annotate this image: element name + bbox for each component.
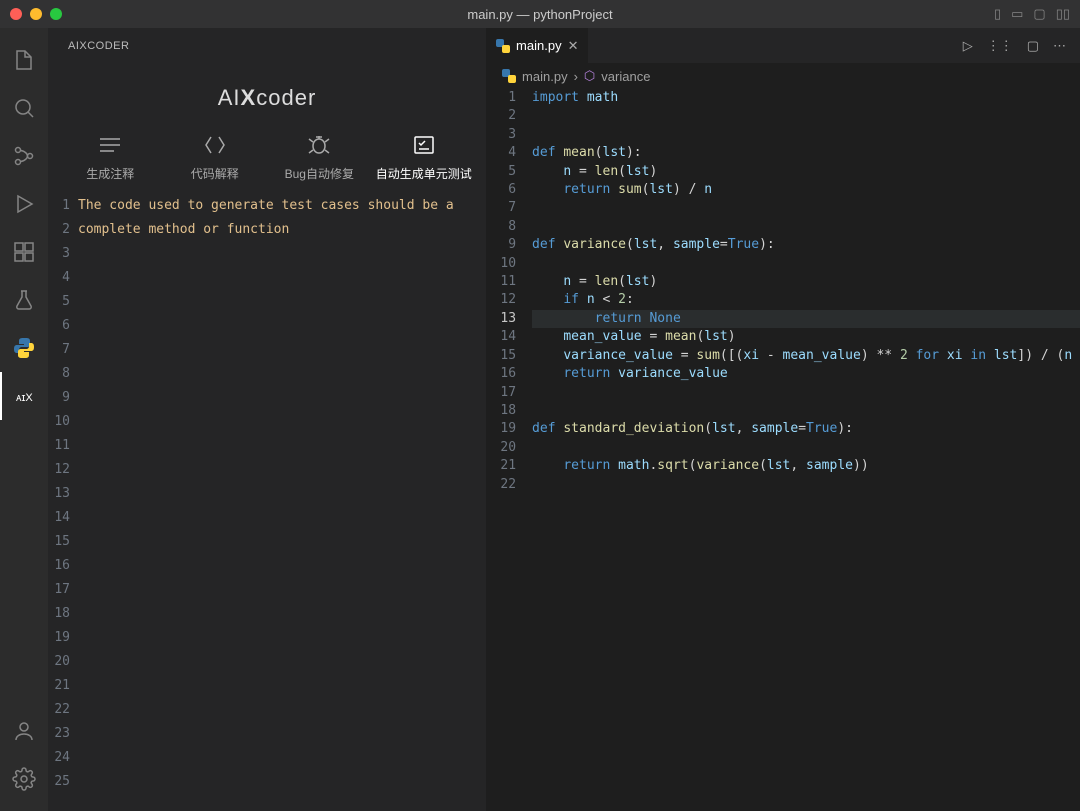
code-line[interactable]: return math.sqrt(variance(lst, sample)) bbox=[532, 457, 1080, 475]
sidebar-input-area[interactable]: 1234567891011121314151617181920212223242… bbox=[48, 194, 486, 811]
code-line[interactable]: mean_value = mean(lst) bbox=[532, 328, 1080, 346]
editor-code-area[interactable]: 12345678910111213141516171819202122 impo… bbox=[486, 89, 1080, 811]
sidebar-tab-test[interactable]: 自动生成单元测试 bbox=[372, 133, 477, 182]
code-line[interactable]: n = len(lst) bbox=[532, 273, 1080, 291]
sidebar-tab-label: 自动生成单元测试 bbox=[376, 165, 472, 182]
code-line[interactable] bbox=[532, 126, 1080, 144]
code-line[interactable] bbox=[532, 107, 1080, 125]
sidebar-tabs: 生成注释 代码解释 Bug自动修复 自动生成单元测试 bbox=[48, 125, 486, 194]
extensions-icon[interactable] bbox=[0, 228, 48, 276]
run-icon[interactable] bbox=[0, 180, 48, 228]
settings-icon[interactable] bbox=[0, 755, 48, 803]
code-line[interactable]: def mean(lst): bbox=[532, 144, 1080, 162]
python-file-icon bbox=[502, 69, 516, 83]
explorer-icon[interactable] bbox=[0, 36, 48, 84]
symbol-icon: ⬡ bbox=[584, 68, 595, 84]
sidebar-tab-comment[interactable]: 生成注释 bbox=[58, 133, 163, 182]
breadcrumb-separator: › bbox=[574, 69, 578, 84]
sidebar-tab-label: 代码解释 bbox=[191, 165, 239, 182]
editor-tabs: main.py ✕ ▷ ⋮⋮ ▢ ⋯ bbox=[486, 28, 1080, 63]
code-line[interactable]: return None bbox=[532, 310, 1080, 328]
split-action-icon[interactable]: ▢ bbox=[1027, 38, 1039, 54]
test-icon bbox=[410, 133, 438, 157]
maximize-window-button[interactable] bbox=[50, 8, 62, 20]
sidebar: AIXCODER AIXcoder 生成注释 代码解释 Bug自动修复 自动生成单元测… bbox=[48, 28, 486, 811]
python-icon[interactable] bbox=[0, 324, 48, 372]
bug-icon bbox=[305, 133, 333, 157]
editor-area: main.py ✕ ▷ ⋮⋮ ▢ ⋯ main.py › ⬡ variance … bbox=[486, 28, 1080, 811]
code-line[interactable] bbox=[532, 384, 1080, 402]
panel-bottom-icon[interactable]: ▭ bbox=[1011, 6, 1023, 22]
code-line[interactable]: return sum(lst) / n bbox=[532, 181, 1080, 199]
code-line[interactable]: import math bbox=[532, 89, 1080, 107]
title-bar: main.py — pythonProject ▯ ▭ ▢ ▯▯ bbox=[0, 0, 1080, 28]
panel-right-icon[interactable]: ▢ bbox=[1033, 6, 1045, 22]
search-icon[interactable] bbox=[0, 84, 48, 132]
code-line[interactable]: variance_value = sum([(xi - mean_value) … bbox=[532, 347, 1080, 365]
code-line[interactable]: def standard_deviation(lst, sample=True)… bbox=[532, 420, 1080, 438]
code-line[interactable] bbox=[532, 218, 1080, 236]
layout-icon[interactable]: ▯▯ bbox=[1056, 6, 1070, 22]
compare-action-icon[interactable]: ⋮⋮ bbox=[987, 38, 1013, 54]
close-window-button[interactable] bbox=[10, 8, 22, 20]
sidebar-hint: The code used to generate test cases sho… bbox=[78, 194, 478, 242]
breadcrumbs[interactable]: main.py › ⬡ variance bbox=[486, 63, 1080, 89]
code-line[interactable] bbox=[532, 199, 1080, 217]
code-line[interactable] bbox=[532, 402, 1080, 420]
account-icon[interactable] bbox=[0, 707, 48, 755]
explain-icon bbox=[201, 133, 229, 157]
minimize-window-button[interactable] bbox=[30, 8, 42, 20]
code-line[interactable] bbox=[532, 439, 1080, 457]
beaker-icon[interactable] bbox=[0, 276, 48, 324]
code-line[interactable]: if n < 2: bbox=[532, 291, 1080, 309]
sidebar-tab-label: Bug自动修复 bbox=[285, 165, 354, 182]
run-action-icon[interactable]: ▷ bbox=[963, 38, 973, 54]
aixcoder-icon[interactable]: ᴀɪX bbox=[0, 372, 48, 420]
editor-tab-main-py[interactable]: main.py ✕ bbox=[486, 28, 589, 63]
python-file-icon bbox=[496, 39, 510, 53]
traffic-lights bbox=[10, 8, 62, 20]
code-line[interactable]: n = len(lst) bbox=[532, 163, 1080, 181]
sidebar-tab-bug[interactable]: Bug自动修复 bbox=[267, 133, 372, 182]
window-title: main.py — pythonProject bbox=[467, 7, 612, 22]
code-line[interactable]: return variance_value bbox=[532, 365, 1080, 383]
panel-left-icon[interactable]: ▯ bbox=[994, 6, 1001, 22]
editor-tab-actions: ▷ ⋮⋮ ▢ ⋯ bbox=[963, 28, 1080, 63]
code-line[interactable] bbox=[532, 255, 1080, 273]
scm-icon[interactable] bbox=[0, 132, 48, 180]
editor-tab-label: main.py bbox=[516, 38, 562, 53]
aixcoder-logo: AIXcoder bbox=[48, 63, 486, 125]
breadcrumb-symbol[interactable]: variance bbox=[601, 69, 650, 84]
comment-icon bbox=[96, 133, 124, 157]
activity-bar: ᴀɪX bbox=[0, 28, 48, 811]
code-line[interactable]: def variance(lst, sample=True): bbox=[532, 236, 1080, 254]
breadcrumb-file[interactable]: main.py bbox=[522, 69, 568, 84]
sidebar-header: AIXCODER bbox=[48, 28, 486, 63]
more-action-icon[interactable]: ⋯ bbox=[1053, 38, 1066, 54]
code-line[interactable] bbox=[532, 476, 1080, 494]
sidebar-tab-label: 生成注释 bbox=[86, 165, 134, 182]
sidebar-tab-explain[interactable]: 代码解释 bbox=[163, 133, 268, 182]
close-tab-icon[interactable]: ✕ bbox=[568, 38, 579, 54]
title-bar-layout-buttons: ▯ ▭ ▢ ▯▯ bbox=[994, 6, 1070, 22]
svg-text:ᴀɪX: ᴀɪX bbox=[16, 392, 33, 404]
